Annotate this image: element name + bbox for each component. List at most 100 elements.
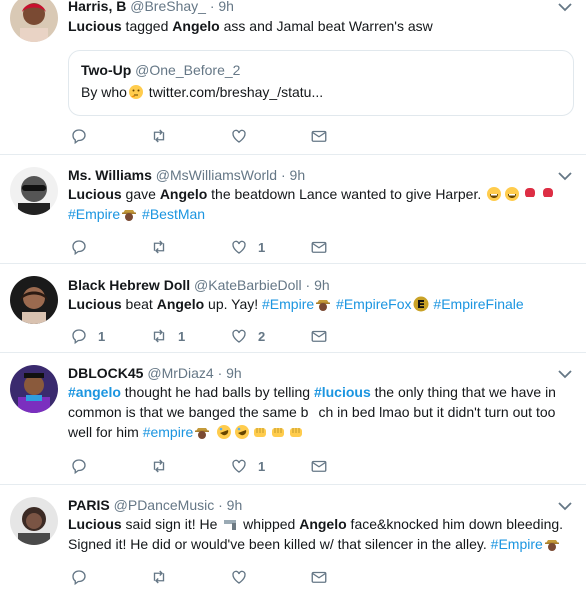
- timestamp[interactable]: · 9h: [218, 365, 242, 381]
- mention-text: Angelo: [159, 186, 208, 202]
- avatar[interactable]: [10, 0, 58, 42]
- retweet-button[interactable]: [150, 237, 178, 257]
- dm-button[interactable]: [310, 126, 328, 146]
- hashtag-emoji-icon: [195, 428, 210, 439]
- hashtag-link[interactable]: #EmpireFox: [336, 296, 411, 312]
- retweet-button[interactable]: [150, 126, 178, 146]
- like-button[interactable]: 1: [230, 237, 265, 257]
- mention-text: Lucious: [68, 296, 122, 312]
- like-button[interactable]: [230, 126, 258, 146]
- retweet-icon: [150, 127, 168, 145]
- retweet-icon: [150, 568, 168, 586]
- empire-logo-emoji-icon: [413, 296, 429, 312]
- avatar[interactable]: [10, 167, 58, 215]
- tweet-actions: 1: [70, 456, 350, 476]
- author-name[interactable]: PARIS: [68, 497, 110, 513]
- retweet-button[interactable]: 1: [150, 326, 185, 346]
- dm-icon: [310, 127, 328, 145]
- grinning-emoji-icon: [487, 187, 502, 201]
- tweet-text: #angelo thought he had balls by telling …: [68, 382, 568, 442]
- author-handle[interactable]: @BreShay_: [130, 0, 206, 14]
- like-button[interactable]: [230, 567, 258, 587]
- quoted-tweet[interactable]: Two-Up @One_Before_2 By who twitter.com/…: [68, 50, 574, 116]
- retweet-button[interactable]: [150, 567, 178, 587]
- avatar[interactable]: [10, 497, 58, 545]
- tweet[interactable]: Black Hebrew Doll @KateBarbieDoll · 9h L…: [0, 264, 586, 353]
- like-button[interactable]: 2: [230, 326, 265, 346]
- tweet-header: Black Hebrew Doll @KateBarbieDoll · 9h: [68, 276, 330, 294]
- hashtag-link[interactable]: #Empire: [68, 206, 120, 222]
- like-button[interactable]: 1: [230, 456, 265, 476]
- dm-button[interactable]: [310, 567, 328, 587]
- timestamp[interactable]: · 9h: [306, 277, 330, 293]
- tweet[interactable]: Ms. Williams @MsWilliamsWorld · 9h Lucio…: [0, 155, 586, 264]
- hashtag-link[interactable]: #EmpireFinale: [433, 296, 523, 312]
- pistol-emoji-icon: [224, 520, 237, 530]
- author-name[interactable]: Ms. Williams: [68, 167, 152, 183]
- like-count: 2: [258, 328, 266, 344]
- dm-button[interactable]: [310, 456, 328, 476]
- chevron-down-icon[interactable]: [558, 369, 572, 379]
- hashtag-link[interactable]: #lucious: [314, 384, 371, 400]
- reply-icon: [70, 457, 88, 475]
- link-text[interactable]: twitter.com/breshay_/statu...: [145, 84, 323, 100]
- author-name[interactable]: Black Hebrew Doll: [68, 277, 190, 293]
- like-icon: [230, 568, 248, 586]
- author-name[interactable]: Harris, B: [68, 0, 126, 14]
- hashtag-link[interactable]: #Empire: [262, 296, 314, 312]
- avatar[interactable]: [10, 365, 58, 413]
- timestamp[interactable]: · 9h: [210, 0, 234, 14]
- author-name[interactable]: DBLOCK45: [68, 365, 143, 381]
- reply-button[interactable]: [70, 567, 98, 587]
- like-icon: [230, 238, 248, 256]
- retweet-icon: [150, 327, 168, 345]
- tweet[interactable]: PARIS @PDanceMusic · 9h Lucious said sig…: [0, 485, 586, 602]
- hashtag-link[interactable]: #empire: [143, 424, 194, 440]
- text-span: thought he had balls by telling: [120, 384, 314, 400]
- tweet-actions: [70, 567, 350, 587]
- quoted-author-handle: @One_Before_2: [135, 62, 241, 78]
- avatar[interactable]: [10, 276, 58, 324]
- text-span: By who: [81, 84, 127, 100]
- dm-icon: [310, 568, 328, 586]
- chevron-down-icon[interactable]: [558, 2, 572, 12]
- quoted-author-name: Two-Up: [81, 62, 132, 78]
- tweet[interactable]: DBLOCK45 @MrDiaz4 · 9h #angelo thought h…: [0, 353, 586, 485]
- retweet-icon: [150, 238, 168, 256]
- hashtag-link[interactable]: #angelo: [68, 384, 121, 400]
- reply-icon: [70, 568, 88, 586]
- dm-button[interactable]: [310, 326, 328, 346]
- author-handle[interactable]: @PDanceMusic: [114, 497, 215, 513]
- reply-icon: [70, 127, 88, 145]
- tweet[interactable]: Harris, B @BreShay_ · 9h Lucious tagged …: [0, 0, 586, 155]
- chevron-down-icon[interactable]: [558, 501, 572, 511]
- retweet-count: 1: [178, 328, 186, 344]
- tweet-header: Ms. Williams @MsWilliamsWorld · 9h: [68, 166, 305, 184]
- reply-button[interactable]: 1: [70, 326, 105, 346]
- author-handle[interactable]: @KateBarbieDoll: [194, 277, 302, 293]
- mention-text: Angelo: [172, 18, 220, 34]
- hashtag-emoji-icon: [544, 540, 559, 551]
- hashtag-link[interactable]: #Empire: [491, 536, 543, 552]
- author-handle[interactable]: @MsWilliamsWorld: [156, 167, 277, 183]
- reply-icon: [70, 238, 88, 256]
- reply-button[interactable]: [70, 126, 98, 146]
- tweet-text: Lucious gave Angelo the beatdown Lance w…: [68, 184, 568, 224]
- reply-button[interactable]: [70, 237, 98, 257]
- dm-button[interactable]: [310, 237, 328, 257]
- tweet-text: Lucious tagged Angelo ass and Jamal beat…: [68, 16, 568, 36]
- mention-text: Angelo: [299, 516, 347, 532]
- hashtag-link[interactable]: #BestMan: [142, 206, 205, 222]
- reply-button[interactable]: [70, 456, 98, 476]
- fist-emoji-icon: [254, 428, 267, 437]
- timestamp[interactable]: · 9h: [281, 167, 305, 183]
- text-span: up. Yay!: [204, 296, 263, 312]
- retweet-button[interactable]: [150, 456, 178, 476]
- tweet-text: Lucious beat Angelo up. Yay! #Empire #Em…: [68, 294, 568, 314]
- text-span: gave: [121, 186, 160, 202]
- author-handle[interactable]: @MrDiaz4: [147, 365, 213, 381]
- reply-count: 1: [98, 328, 106, 344]
- text-span: tagged: [121, 18, 173, 34]
- chevron-down-icon[interactable]: [558, 171, 572, 181]
- timestamp[interactable]: · 9h: [218, 497, 242, 513]
